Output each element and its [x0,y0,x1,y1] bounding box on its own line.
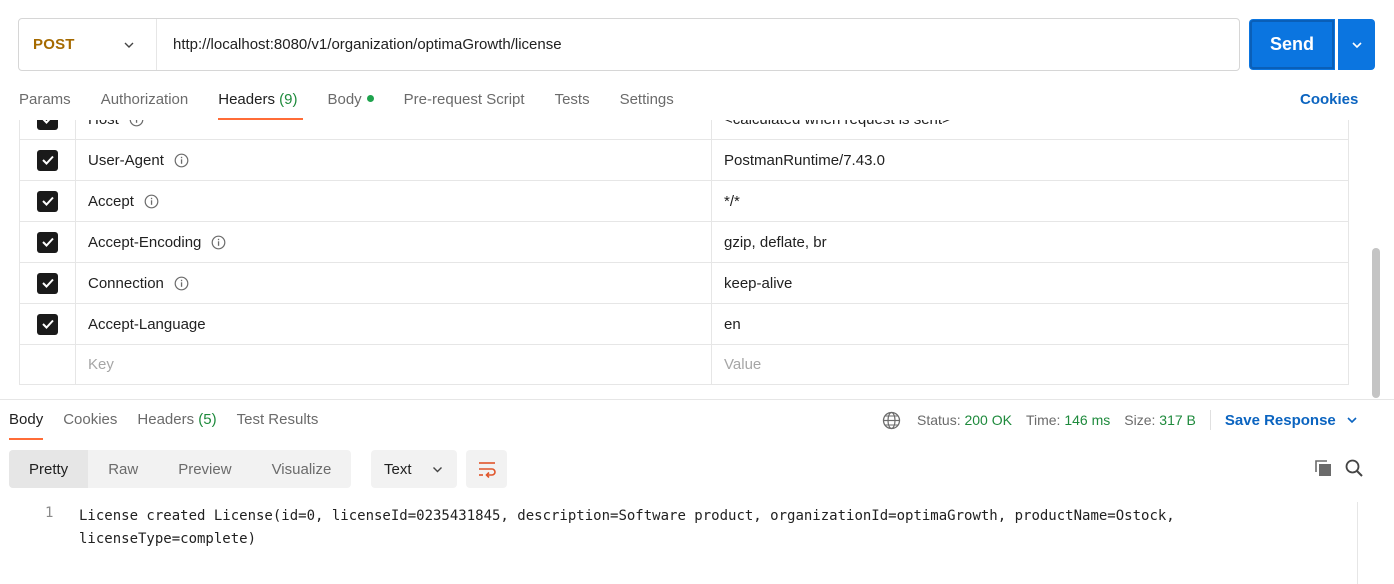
save-response-button[interactable]: Save Response [1225,412,1358,429]
method-select[interactable]: POST [19,19,157,70]
tab-visualize[interactable]: Visualize [252,450,352,488]
time-value: 146 ms [1064,412,1111,428]
header-key[interactable]: Accept [76,181,712,221]
method-label: POST [33,36,75,53]
header-key[interactable]: Accept-Encoding [76,222,712,262]
cookies-link[interactable]: Cookies [1300,91,1358,108]
tab-pre-request-script[interactable]: Pre-request Script [404,84,525,120]
table-row: Connection keep-alive [20,263,1348,304]
send-button[interactable]: Send [1249,19,1335,70]
table-row: Accept-Language en [20,304,1348,345]
tab-pretty[interactable]: Pretty [9,450,89,488]
header-value[interactable]: PostmanRuntime/7.43.0 [712,140,1348,180]
url-input[interactable]: http://localhost:8080/v1/organization/op… [157,36,562,53]
header-value[interactable]: */* [712,181,1348,221]
url-bar: POST http://localhost:8080/v1/organizati… [18,18,1240,71]
header-value[interactable]: keep-alive [712,263,1348,303]
tab-authorization[interactable]: Authorization [101,84,189,120]
tab-preview[interactable]: Preview [158,450,251,488]
check-icon [41,319,54,329]
request-tabs: Params Authorization Headers (9) Body Pr… [19,84,704,120]
tab-response-body[interactable]: Body [9,404,44,440]
header-key[interactable]: Host [76,120,712,139]
new-key-input[interactable]: Key [76,344,712,384]
scrollbar[interactable] [1372,248,1380,398]
header-value[interactable]: <calculated when request is sent> [712,120,1348,139]
wrap-lines-button[interactable] [466,450,507,488]
header-checkbox[interactable] [37,149,58,171]
table-row: Host <calculated when request is sent> [20,120,1348,140]
header-checkbox[interactable] [37,231,58,253]
chevron-down-icon [124,42,134,48]
info-icon [174,276,189,290]
check-icon [41,196,54,206]
tab-body[interactable]: Body [327,84,374,120]
send-options-button[interactable] [1338,19,1375,70]
response-tabs: Body Cookies Headers (5) Test Results [9,404,338,440]
table-row: Accept-Encoding gzip, deflate, br [20,222,1348,263]
new-value-input[interactable]: Value [712,344,1348,384]
tab-params[interactable]: Params [19,84,71,120]
wrap-lines-icon [478,462,496,478]
response-status: Status: 200 OK Time: 146 ms Size: 317 B … [882,410,1358,430]
header-value[interactable]: en [712,304,1348,344]
copy-icon[interactable] [1313,458,1333,478]
response-headers-count: (5) [198,411,217,428]
body-indicator-dot [366,95,374,102]
headers-table: Host <calculated when request is sent> U… [19,120,1349,385]
check-icon [41,278,54,288]
chevron-down-icon [1347,417,1357,424]
info-icon [174,153,189,167]
line-number: 1 [45,505,54,521]
response-body-text: License created License(id=0, licenseId=… [79,508,1184,547]
check-icon [41,237,54,247]
header-checkbox[interactable] [37,190,58,212]
globe-icon[interactable] [882,411,901,430]
tab-headers[interactable]: Headers (9) [218,84,304,120]
tab-test-results[interactable]: Test Results [237,404,319,440]
search-icon[interactable] [1344,458,1364,478]
header-checkbox[interactable] [37,272,58,294]
header-checkbox[interactable] [37,120,58,130]
size-value: 317 B [1159,412,1196,428]
tab-response-cookies[interactable]: Cookies [63,404,117,440]
table-row: User-Agent PostmanRuntime/7.43.0 [20,140,1348,181]
header-key[interactable]: User-Agent [76,140,712,180]
info-icon [212,235,226,249]
header-key[interactable]: Connection [76,263,712,303]
status-value: 200 OK [964,412,1012,428]
info-icon [144,194,159,208]
code-scroll-track [1357,502,1358,584]
tab-raw[interactable]: Raw [88,450,158,488]
table-row: Accept */* [20,181,1348,222]
header-value[interactable]: gzip, deflate, br [712,222,1348,262]
header-checkbox[interactable] [37,313,58,335]
divider [0,399,1394,400]
format-type-select[interactable]: Text [371,450,457,488]
chevron-down-icon [1351,41,1362,48]
tab-response-headers[interactable]: Headers (5) [137,404,216,440]
format-tabs: Pretty Raw Preview Visualize [9,450,352,488]
table-row-new: Key Value [20,344,1348,384]
headers-count: (9) [279,91,298,108]
header-key[interactable]: Accept-Language [76,304,712,344]
tab-tests[interactable]: Tests [555,84,590,120]
check-icon [41,155,54,165]
tab-settings[interactable]: Settings [620,84,674,120]
check-icon [42,120,50,124]
chevron-down-icon [433,466,442,472]
info-icon [129,120,144,126]
